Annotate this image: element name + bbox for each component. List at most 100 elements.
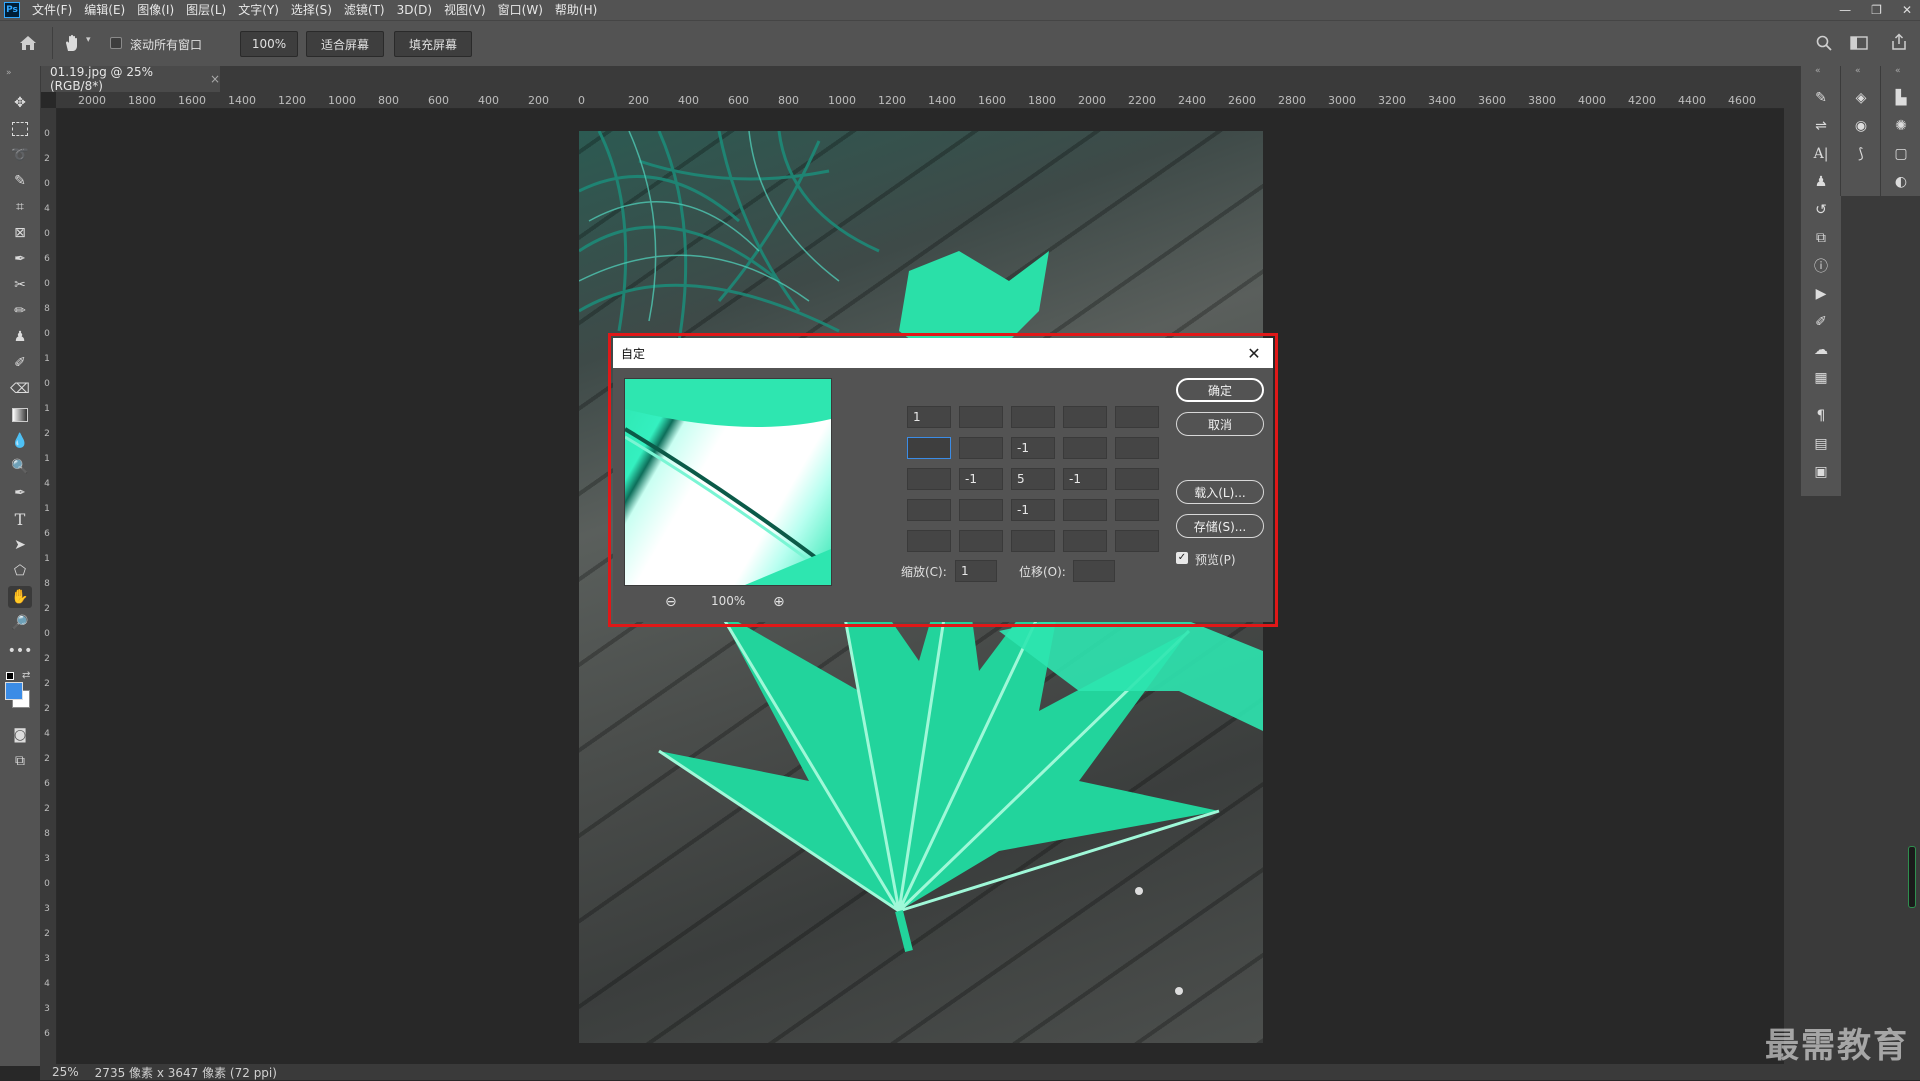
cancel-button[interactable]: 取消 (1176, 412, 1264, 436)
kernel-cell[interactable] (1115, 406, 1159, 428)
scroll-all-checkbox[interactable] (110, 37, 122, 49)
kernel-cell[interactable]: 1 (907, 406, 951, 428)
kernel-cell[interactable] (907, 468, 951, 490)
kernel-cell[interactable] (907, 437, 951, 459)
kernel-cell[interactable] (1063, 530, 1107, 552)
scale-input[interactable]: 1 (955, 560, 997, 582)
swap-colors-icon[interactable]: ⇄ (22, 670, 30, 681)
character-icon[interactable]: A| (1811, 144, 1831, 164)
screen-mode-icon[interactable]: ⧉ (8, 750, 32, 772)
fit-screen-button[interactable]: 适合屏幕 (306, 31, 384, 57)
brush-settings-icon[interactable]: ✎ (1811, 88, 1831, 108)
eraser-tool-icon[interactable]: ⌫ (8, 378, 32, 400)
kernel-cell[interactable] (959, 406, 1003, 428)
paragraph-icon[interactable]: ¶ (1811, 406, 1831, 426)
brush-tool-icon[interactable]: ✏ (8, 300, 32, 322)
info-icon[interactable]: ⓘ (1811, 256, 1831, 276)
kernel-cell[interactable] (1063, 406, 1107, 428)
zoom-in-icon[interactable]: ⊕ (773, 594, 785, 610)
type-tool-icon[interactable]: T (8, 508, 32, 530)
kernel-cell[interactable] (1115, 468, 1159, 490)
home-icon[interactable] (18, 34, 38, 52)
scrollbar-thumb[interactable] (1908, 846, 1916, 908)
share-icon[interactable] (1890, 33, 1908, 51)
zoom-out-icon[interactable]: ⊖ (665, 594, 677, 610)
search-icon[interactable] (1816, 35, 1832, 51)
menu-select[interactable]: 选择(S) (285, 0, 338, 20)
foreground-color-swatch[interactable] (5, 682, 23, 700)
kernel-cell[interactable] (1063, 437, 1107, 459)
lasso-tool-icon[interactable]: ➰ (8, 144, 32, 166)
kernel-cell[interactable] (907, 499, 951, 521)
menu-filter[interactable]: 滤镜(T) (338, 0, 391, 20)
minimize-button[interactable]: — (1839, 3, 1851, 17)
move-tool-icon[interactable]: ✥ (8, 92, 32, 114)
actions-icon[interactable]: ▶ (1811, 284, 1831, 304)
fill-screen-button[interactable]: 填充屏幕 (394, 31, 472, 57)
clone-stamp-tool-icon[interactable]: ♟ (8, 326, 32, 348)
ok-button[interactable]: 确定 (1176, 378, 1264, 402)
kernel-cell[interactable] (1011, 406, 1055, 428)
adjustment-presets-icon[interactable]: ⇌ (1811, 116, 1831, 136)
menu-3d[interactable]: 3D(D) (391, 0, 438, 20)
path-select-tool-icon[interactable]: ➤ (8, 534, 32, 556)
quick-mask-icon[interactable]: ◙ (8, 724, 32, 746)
zoom-tool-icon[interactable]: 🔎 (8, 612, 32, 634)
kernel-cell[interactable] (959, 499, 1003, 521)
marquee-tool-icon[interactable] (8, 118, 32, 140)
history-icon[interactable]: ↺ (1811, 200, 1831, 220)
menu-layer[interactable]: 图层(L) (180, 0, 232, 20)
notes-icon[interactable]: ▣ (1811, 462, 1831, 482)
kernel-cell[interactable]: -1 (1011, 437, 1055, 459)
collapse-arrows-icon[interactable]: » (6, 68, 12, 78)
clone-source-icon[interactable]: ♟ (1811, 172, 1831, 192)
shape-tool-icon[interactable]: ⬠ (8, 560, 32, 582)
paragraph-styles-icon[interactable]: ▤ (1811, 434, 1831, 454)
history-brush-tool-icon[interactable]: ✐ (8, 352, 32, 374)
hand-tool-icon[interactable] (62, 33, 82, 53)
crop-tool-icon[interactable]: ⌗ (8, 196, 32, 218)
gradient-tool-icon[interactable] (8, 404, 32, 426)
eyedropper-tool-icon[interactable]: ✒ (8, 248, 32, 270)
frame-tool-icon[interactable]: ⊠ (8, 222, 32, 244)
dialog-close-icon[interactable]: ✕ (1243, 342, 1265, 364)
paths-icon[interactable]: ⟆ (1851, 144, 1871, 164)
close-window-button[interactable]: ✕ (1902, 3, 1912, 17)
kernel-cell[interactable] (1115, 530, 1159, 552)
navigator-icon[interactable]: ✺ (1891, 116, 1911, 136)
layers-icon[interactable]: ◈ (1851, 88, 1871, 108)
menu-image[interactable]: 图像(I) (131, 0, 180, 20)
close-tab-icon[interactable]: × (210, 72, 220, 86)
preview-checkbox[interactable]: ✓ (1176, 552, 1188, 564)
menu-edit[interactable]: 编辑(E) (78, 0, 131, 20)
kernel-cell[interactable] (907, 530, 951, 552)
restore-button[interactable]: ❐ (1871, 3, 1882, 17)
save-button[interactable]: 存储(S)... (1176, 514, 1264, 538)
kernel-cell[interactable]: -1 (959, 468, 1003, 490)
histogram-icon[interactable]: ▙ (1891, 88, 1911, 108)
kernel-cell[interactable] (1115, 437, 1159, 459)
menu-file[interactable]: 文件(F) (26, 0, 78, 20)
adjustments-icon[interactable]: ◐ (1891, 172, 1911, 192)
status-document-info[interactable]: 2735 像素 x 3647 像素 (72 ppi) (95, 1064, 277, 1081)
quick-select-tool-icon[interactable]: ✎ (8, 170, 32, 192)
kernel-cell[interactable] (1115, 499, 1159, 521)
libraries-icon[interactable]: ▢ (1891, 144, 1911, 164)
dialog-title-bar[interactable]: 自定 ✕ (613, 338, 1273, 368)
chevron-down-icon[interactable]: ▾ (86, 35, 91, 45)
kernel-cell[interactable] (959, 437, 1003, 459)
menu-help[interactable]: 帮助(H) (549, 0, 603, 20)
kernel-cell[interactable]: 5 (1011, 468, 1055, 490)
zoom-value-field[interactable]: 100% (240, 31, 298, 57)
status-zoom[interactable]: 25% (52, 1065, 79, 1079)
menu-view[interactable]: 视图(V) (438, 0, 492, 20)
collapse-arrows-icon[interactable]: « (1855, 66, 1861, 76)
kernel-cell[interactable]: -1 (1063, 468, 1107, 490)
3d-icon[interactable]: ☁ (1811, 340, 1831, 360)
healing-tool-icon[interactable]: ✂ (8, 274, 32, 296)
hand-tool-icon[interactable]: ✋ (8, 586, 32, 608)
collapse-arrows-icon[interactable]: « (1895, 66, 1901, 76)
measurement-log-icon[interactable]: ▦ (1811, 368, 1831, 388)
kernel-cell[interactable] (959, 530, 1003, 552)
filter-preview-image[interactable] (624, 378, 832, 586)
